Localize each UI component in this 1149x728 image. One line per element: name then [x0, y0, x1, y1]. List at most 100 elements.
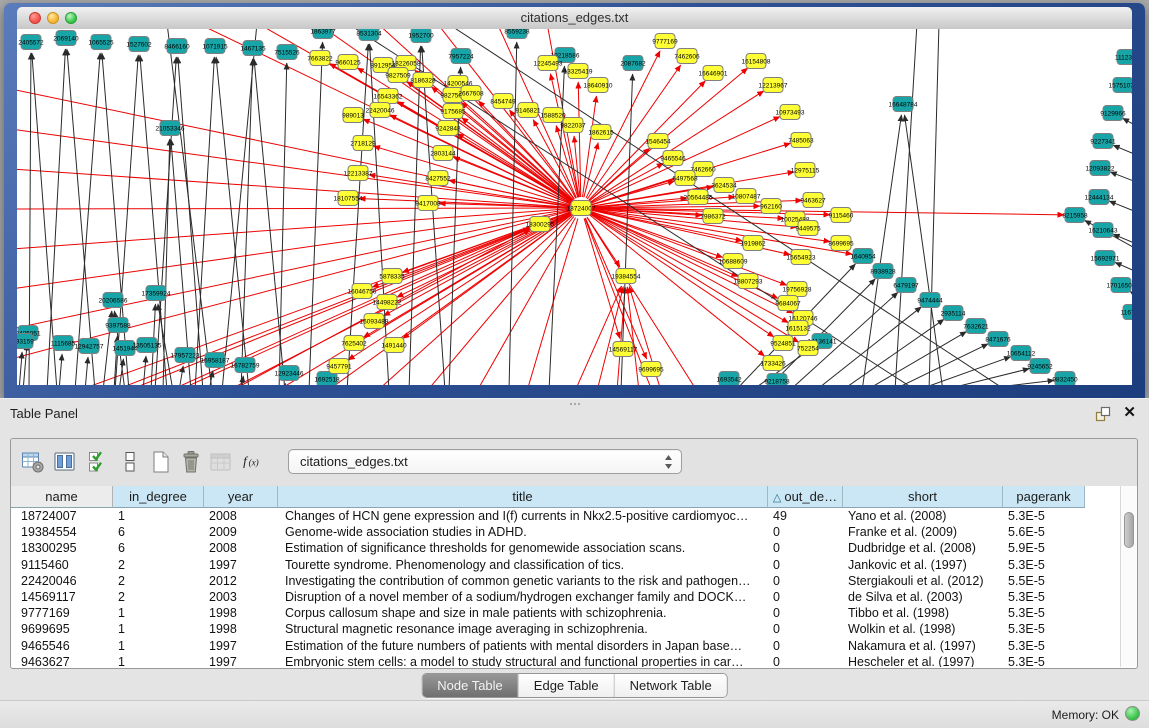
graph-node[interactable]: 9175685 [440, 104, 466, 119]
window-titlebar[interactable]: citations_edges.txt [17, 7, 1132, 30]
graph-node[interactable]: 1862615 [588, 125, 614, 140]
graph-node[interactable]: 9218758 [764, 374, 790, 386]
graph-node[interactable]: 9832450 [1052, 372, 1078, 386]
graph-node[interactable]: 9699695 [638, 362, 664, 377]
graph-node[interactable]: 16782759 [231, 358, 260, 373]
show-columns-icon[interactable] [51, 449, 78, 476]
graph-node[interactable]: 9417008 [415, 196, 441, 211]
zoom-window-button[interactable] [65, 12, 77, 24]
graph-node[interactable]: 13325419 [564, 64, 593, 79]
graph-node[interactable]: 6479197 [893, 278, 919, 293]
graph-node[interactable]: 6497568 [672, 171, 698, 186]
network-table-select[interactable]: citations_edges.txt [288, 449, 682, 474]
graph-node[interactable]: 12213967 [759, 78, 788, 93]
graph-node[interactable]: 393159 [17, 334, 34, 349]
graph-node[interactable]: 20564486 [684, 190, 713, 205]
graph-node[interactable]: 10688609 [719, 254, 748, 269]
graph-node[interactable]: 1167553 [1121, 305, 1132, 320]
graph-node[interactable]: 17957223 [171, 348, 200, 363]
graph-node[interactable]: 8427552 [425, 171, 451, 186]
graph-node[interactable]: 12444134 [1085, 190, 1114, 205]
graph-node[interactable]: 1546454 [645, 134, 671, 149]
graph-node[interactable]: 752254 [797, 341, 819, 356]
close-window-button[interactable] [29, 12, 41, 24]
graph-node[interactable]: 9129966 [1100, 106, 1126, 121]
graph-node[interactable]: 1115685 [51, 336, 76, 351]
tab-edge-table[interactable]: Edge Table [519, 674, 615, 697]
network-canvas[interactable]: 2405572206914010655251527602846616010719… [17, 29, 1132, 385]
table-row[interactable]: 1830029562008Estimation of significance … [11, 540, 1121, 556]
column-header-in_degree[interactable]: in_degree [113, 486, 204, 508]
graph-node[interactable]: 8559238 [504, 29, 530, 39]
column-header-out_de[interactable]: △out_de… [768, 486, 843, 508]
graph-node[interactable]: 8531304 [356, 29, 382, 41]
graph-node[interactable]: 1065525 [88, 35, 114, 50]
graph-node[interactable]: 15751074 [1109, 78, 1132, 93]
graph-node[interactable]: 7515526 [274, 45, 300, 60]
graph-node[interactable]: 1491440 [381, 338, 407, 353]
graph-node[interactable]: 2087682 [620, 56, 646, 71]
table-row[interactable]: 1456911722003Disruption of a novel membe… [11, 589, 1121, 605]
table-row[interactable]: 1938455462009Genome-wide association stu… [11, 524, 1121, 540]
graph-node[interactable]: 10807487 [732, 189, 761, 204]
graph-node[interactable]: 16046756 [348, 284, 377, 299]
minimize-window-button[interactable] [47, 12, 59, 24]
column-header-year[interactable]: year [204, 486, 278, 508]
graph-node[interactable]: 16543362 [374, 89, 403, 104]
graph-node[interactable]: 3624534 [711, 178, 737, 193]
graph-node[interactable]: 962160 [760, 199, 782, 214]
select-columns-check-icon[interactable] [85, 449, 112, 476]
graph-node[interactable]: 2803144 [430, 146, 456, 161]
graph-node[interactable]: 2069140 [53, 31, 79, 46]
graph-node[interactable]: 7663822 [307, 51, 333, 66]
graph-node[interactable]: 9397588 [105, 318, 131, 333]
table-row[interactable]: 2242004622012Investigating the contribut… [11, 573, 1121, 589]
graph-node[interactable]: 9465546 [660, 151, 686, 166]
graph-node[interactable]: 7485063 [788, 133, 814, 148]
panel-resize-grip[interactable] [569, 401, 581, 407]
graph-node[interactable]: 9827509 [385, 68, 411, 83]
graph-node[interactable]: 12942757 [75, 339, 104, 354]
graph-node[interactable]: 9449575 [795, 221, 821, 236]
float-panel-icon[interactable] [1095, 406, 1111, 422]
graph-node[interactable]: 18640910 [584, 78, 613, 93]
graph-node[interactable]: 16210643 [1089, 223, 1118, 238]
graph-node[interactable]: 10973493 [776, 105, 805, 120]
graph-node[interactable]: 7462606 [674, 49, 700, 64]
graph-node[interactable]: 7957224 [448, 49, 474, 64]
graph-node[interactable]: 9146821 [515, 103, 541, 118]
graph-node[interactable]: 9245652 [1027, 359, 1053, 374]
graph-node[interactable]: 1615132 [785, 321, 811, 336]
graph-node[interactable]: 2718129 [350, 136, 376, 151]
graph-node[interactable]: 1733426 [760, 356, 786, 371]
graph-node[interactable]: 16646901 [699, 66, 728, 81]
graph-node[interactable]: 12975115 [791, 163, 820, 178]
graph-node[interactable]: 8454749 [490, 94, 516, 109]
graph-node[interactable]: 9242848 [435, 121, 461, 136]
graph-node[interactable]: 18807293 [734, 274, 763, 289]
graph-node[interactable]: 2935114 [941, 306, 966, 321]
table-row[interactable]: 946362711997Embryonic stem cells: a mode… [11, 654, 1121, 667]
vertical-scrollbar[interactable] [1120, 486, 1137, 667]
function-builder-icon[interactable]: f(x) [241, 449, 268, 476]
table-row[interactable]: 977716911998Corpus callosum shape and si… [11, 605, 1121, 621]
table-row[interactable]: 946554611997Estimation of the future num… [11, 638, 1121, 654]
graph-node[interactable]: 7625402 [341, 336, 367, 351]
graph-node[interactable]: 8186328 [410, 73, 436, 88]
column-header-short[interactable]: short [843, 486, 1003, 508]
graph-node[interactable]: 8215958 [1062, 208, 1088, 223]
graph-node[interactable]: 7632621 [963, 319, 989, 334]
graph-node[interactable]: 19384554 [612, 269, 641, 284]
close-panel-icon[interactable]: ✕ [1123, 404, 1136, 422]
graph-node[interactable]: 9474444 [917, 293, 943, 308]
graph-node[interactable]: 9822037 [560, 118, 586, 133]
graph-node[interactable]: 9115460 [829, 208, 854, 223]
table-row[interactable]: 911546021997Tourette syndrome. Phenomeno… [11, 557, 1121, 573]
graph-node[interactable]: 16154808 [742, 54, 771, 69]
graph-node[interactable]: 19756928 [783, 282, 812, 297]
graph-node[interactable]: 1863977 [310, 29, 336, 39]
graph-node[interactable]: 9227341 [1090, 134, 1116, 149]
graph-node[interactable]: 8938928 [870, 264, 896, 279]
table-row[interactable]: 1872400712008Changes of HCN gene express… [11, 508, 1121, 524]
graph-node[interactable]: 5878335 [379, 269, 405, 284]
